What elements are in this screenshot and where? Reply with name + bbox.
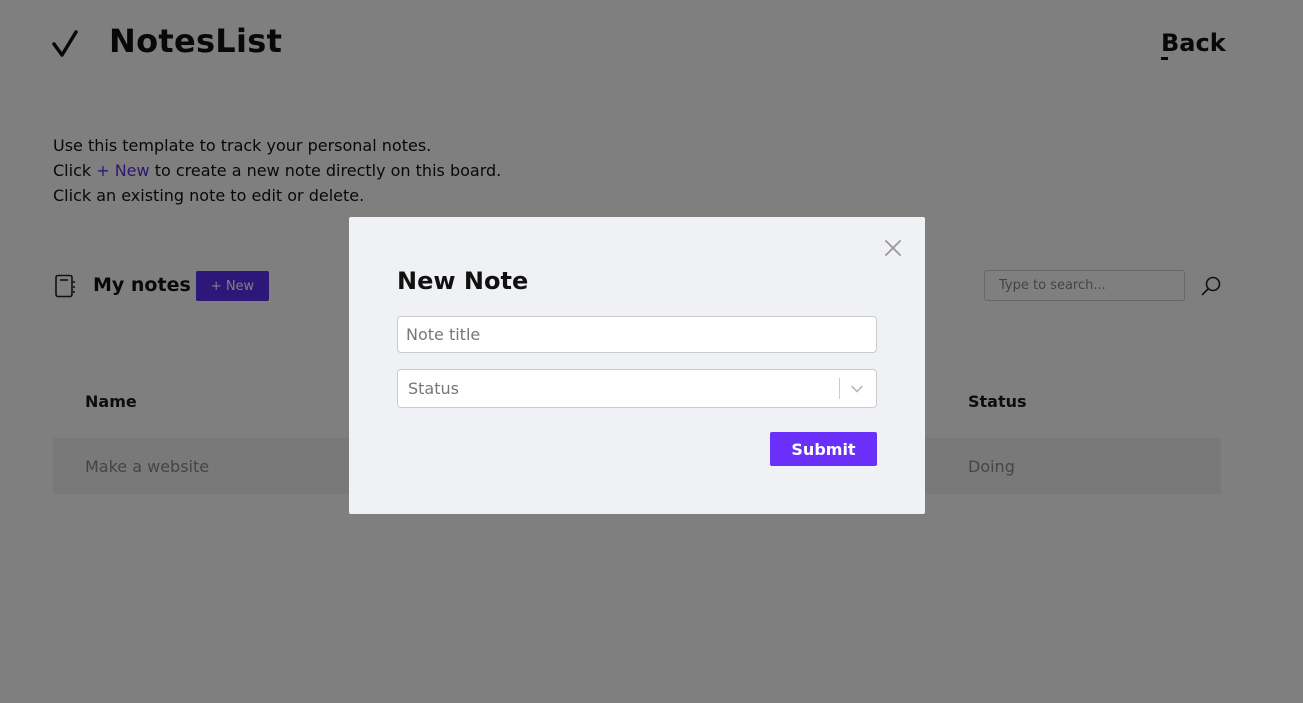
chevron-down-icon[interactable]: [850, 382, 864, 396]
new-note-modal: New Note Status Submit: [349, 217, 925, 514]
status-select[interactable]: Status: [397, 369, 877, 408]
submit-button[interactable]: Submit: [770, 432, 877, 466]
note-title-input[interactable]: [397, 316, 877, 353]
select-divider: [839, 378, 840, 399]
notes-page: NotesList Back Use this template to trac…: [0, 0, 1303, 703]
close-icon[interactable]: [884, 239, 902, 257]
modal-title: New Note: [397, 267, 529, 295]
status-placeholder: Status: [408, 379, 459, 398]
